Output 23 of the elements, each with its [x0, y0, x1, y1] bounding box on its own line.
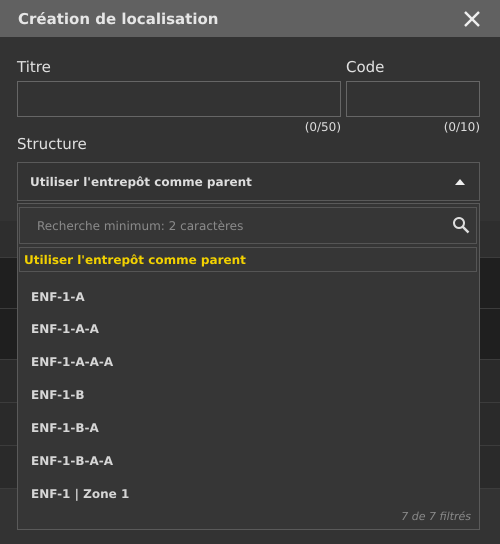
dropdown-option[interactable]: ENF-1-A — [18, 280, 479, 313]
search-icon — [452, 216, 470, 234]
structure-select[interactable]: Utiliser l'entrepôt comme parent — [17, 162, 480, 201]
dropdown-option[interactable]: ENF-1-B-A-A — [18, 444, 479, 478]
dropdown-option[interactable]: ENF-1-A-A-A — [18, 346, 479, 379]
close-button[interactable] — [462, 8, 482, 28]
dropdown-option[interactable]: ENF-1-A-A — [18, 313, 479, 346]
filter-count: 7 de 7 filtrés — [401, 510, 471, 523]
character-counter: (0/50) — [304, 120, 341, 134]
caret-icon — [455, 178, 465, 184]
field-label: Code — [346, 57, 386, 77]
dialog-title: Création de localisation — [18, 10, 218, 28]
close-icon — [462, 8, 482, 28]
input-field[interactable] — [17, 81, 341, 117]
field-label: Titre — [17, 57, 52, 77]
dropdown-option[interactable]: ENF-1-B-A — [18, 411, 479, 444]
dropdown-option[interactable]: ENF-1 | Zone 1 — [18, 477, 479, 510]
dropdown-option[interactable]: Utiliser l'entrepôt comme parent — [19, 247, 477, 272]
search-field[interactable]: Recherche minimum: 2 caractères — [19, 207, 477, 244]
character-counter: (0/10) — [444, 120, 480, 134]
field-label: Structure — [17, 134, 88, 154]
dropdown-option[interactable]: ENF-1-B — [18, 378, 479, 412]
input-field[interactable] — [346, 81, 480, 117]
